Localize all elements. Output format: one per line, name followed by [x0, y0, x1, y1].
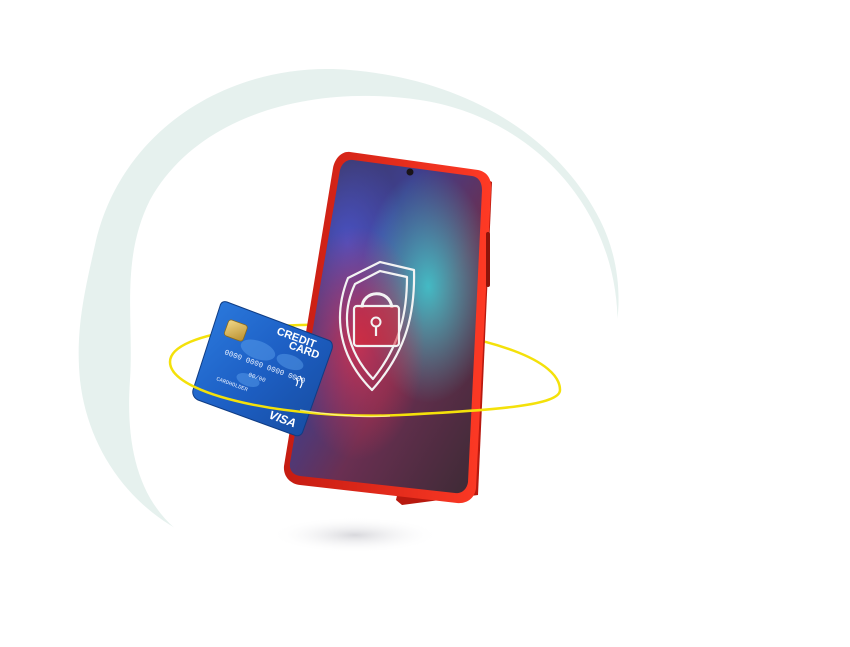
illustration-canvas: CREDIT CARD 0000 0000 0000 0000 00/00 CA…: [78, 69, 619, 566]
side-button: [486, 232, 490, 287]
security-illustration: CREDIT CARD 0000 0000 0000 0000 00/00 CA…: [0, 0, 850, 647]
phone-shadow: [270, 517, 440, 553]
front-camera-icon: [406, 168, 414, 176]
